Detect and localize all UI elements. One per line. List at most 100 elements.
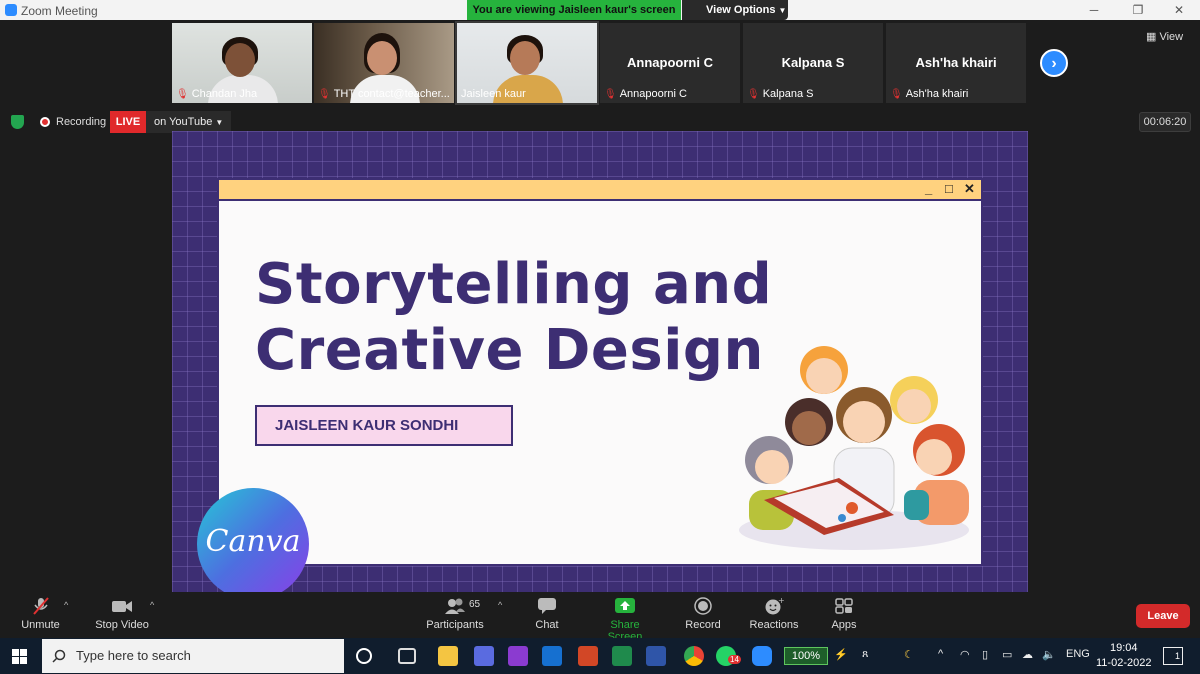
zoom-app-icon (5, 4, 17, 16)
apps-button[interactable]: Apps (828, 597, 860, 631)
taskbar-clock[interactable]: 19:04 11-02-2022 (1096, 641, 1151, 671)
windows-start-icon[interactable] (12, 649, 27, 664)
chevron-up-icon[interactable]: ^ (938, 648, 943, 660)
recording-label: Recording (56, 116, 107, 128)
next-page-arrow-icon[interactable]: › (1040, 49, 1068, 77)
participant-tile[interactable]: 🎙 THT contact@teacher... (314, 23, 454, 103)
window-title: Zoom Meeting (21, 4, 98, 18)
chevron-down-icon: ▼ (215, 118, 224, 127)
people-icon[interactable]: ጸ (862, 648, 868, 661)
zoom-meeting-window: Zoom Meeting You are viewing Jaisleen ka… (0, 0, 1200, 674)
clock-time: 19:04 (1109, 642, 1138, 654)
person-head (367, 41, 397, 75)
chevron-up-icon[interactable]: ^ (498, 600, 502, 610)
chevron-up-icon[interactable]: ^ (64, 600, 68, 610)
security-shield-icon[interactable] (11, 115, 24, 129)
cloud-icon[interactable]: ☁ (1022, 648, 1033, 661)
participant-tile[interactable]: Ash'ha khairi 🎙 Ash'ha khairi (886, 23, 1026, 103)
language-indicator[interactable]: ENG (1066, 648, 1090, 660)
task-view-icon[interactable] (398, 648, 416, 664)
powerpoint-icon[interactable] (578, 646, 598, 666)
weather-moon-icon[interactable]: ☾ (904, 648, 914, 661)
presenter-name-box: JAISLEEN KAUR SONDHI (255, 405, 513, 446)
zoom-taskbar-icon[interactable] (752, 646, 772, 666)
view-button-label: View (1159, 31, 1184, 43)
participant-tile[interactable]: Annapoorni C 🎙 Annapoorni C (600, 23, 740, 103)
battery-indicator[interactable]: 100% (784, 647, 828, 665)
shared-screen: _ □ ✕ Storytelling and Creative Design J… (172, 131, 1028, 592)
close-icon[interactable]: ✕ (1171, 2, 1187, 18)
chevron-up-icon[interactable]: ^ (150, 600, 154, 610)
volume-icon[interactable]: 🔈 (1042, 648, 1056, 661)
restore-icon[interactable]: ❐ (1130, 2, 1146, 18)
close-icon: ✕ (964, 181, 975, 196)
participant-display-name: Annapoorni C (627, 55, 713, 70)
participants-label: Participants (426, 619, 484, 631)
mic-muted-icon: 🎙 (604, 89, 617, 100)
reactions-label: Reactions (749, 619, 799, 631)
apps-icon (835, 598, 853, 614)
wifi-icon[interactable]: ◠ (960, 648, 970, 661)
chat-label: Chat (535, 619, 559, 631)
onenote-icon[interactable] (508, 646, 528, 666)
stop-video-button[interactable]: Stop Video (92, 597, 152, 631)
search-placeholder: Type here to search (76, 648, 191, 663)
microsoft-store-icon[interactable] (474, 646, 494, 666)
slide-window-titlebar: _ □ ✕ (219, 180, 981, 201)
slide-window: _ □ ✕ Storytelling and Creative Design J… (217, 178, 983, 566)
whatsapp-badge: 14 (728, 655, 741, 664)
participant-tile[interactable]: 🎙 Chandan Jha (172, 23, 312, 103)
mic-muted-icon: 🎙 (318, 89, 331, 100)
recording-dot-icon (40, 117, 50, 127)
unmute-button[interactable]: Unmute (18, 597, 63, 631)
participant-name: 🎙 Annapoorni C (604, 88, 687, 100)
record-label: Record (685, 619, 721, 631)
stop-video-label: Stop Video (95, 619, 149, 631)
file-explorer-icon[interactable] (438, 646, 458, 666)
participant-strip: 🎙 Chandan Jha 🎙 THT contact@teacher... Jai… (0, 20, 1200, 105)
cortana-icon[interactable] (356, 648, 372, 664)
chevron-down-icon: ▼ (778, 6, 787, 15)
chrome-icon[interactable] (684, 646, 704, 666)
minimize-icon[interactable]: ─ (1086, 2, 1102, 18)
taskbar-search-input[interactable]: Type here to search (42, 639, 344, 673)
smiley-plus-icon: + (765, 597, 785, 615)
device-icon[interactable]: ▯ (982, 648, 988, 661)
minimize-icon: _ (925, 181, 933, 196)
view-options-label: View Options (706, 4, 776, 16)
notifications-icon[interactable]: 1 (1163, 647, 1183, 665)
outlook-icon[interactable] (542, 646, 562, 666)
participant-name: 🎙 THT contact@teacher... (318, 88, 450, 100)
windows-taskbar: Type here to search 14 100% ⚡ ጸ ☾ ^ ◠ ▯ … (0, 638, 1200, 674)
viewing-screen-banner: You are viewing Jaisleen kaur's screen (467, 0, 681, 20)
reactions-button[interactable]: + Reactions (748, 597, 800, 631)
live-target-label: on YouTube (154, 116, 213, 128)
visio-icon[interactable] (646, 646, 666, 666)
apps-label: Apps (831, 619, 857, 631)
chat-button[interactable]: Chat (530, 597, 564, 631)
meeting-controls-bar: Unmute ^ Stop Video ^ Participants 65 ^ … (0, 592, 1200, 643)
svg-text:+: + (778, 597, 785, 605)
view-button[interactable]: ▦ View (1146, 30, 1183, 43)
live-stream-menu[interactable]: on YouTube ▼ (146, 111, 232, 133)
mic-muted-icon: 🎙 (890, 89, 903, 100)
participant-name: 🎙 Kalpana S (747, 88, 814, 100)
participant-name: Jaisleen kaur (461, 88, 526, 100)
participant-display-name: Ash'ha khairi (915, 55, 997, 70)
leave-button[interactable]: Leave (1136, 604, 1190, 628)
record-button[interactable]: Record (684, 597, 722, 631)
project-icon[interactable] (612, 646, 632, 666)
participant-tile[interactable]: Kalpana S 🎙 Kalpana S (743, 23, 883, 103)
chat-bubble-icon (538, 598, 556, 614)
share-screen-button[interactable]: Share Screen (592, 597, 658, 643)
battery-tray-icon[interactable]: ▭ (1002, 648, 1012, 661)
participant-name: 🎙 Ash'ha khairi (890, 88, 969, 100)
mic-muted-icon: 🎙 (176, 89, 189, 100)
meeting-timer: 00:06:20 (1139, 112, 1191, 132)
participant-name: 🎙 Chandan Jha (176, 88, 258, 100)
view-options-button[interactable]: View Options ▼ (682, 0, 788, 20)
mic-muted-icon: 🎙 (747, 89, 760, 100)
participant-tile[interactable]: Jaisleen kaur (455, 21, 599, 105)
record-icon (694, 597, 712, 615)
headline-line-1: Storytelling and (255, 252, 773, 317)
